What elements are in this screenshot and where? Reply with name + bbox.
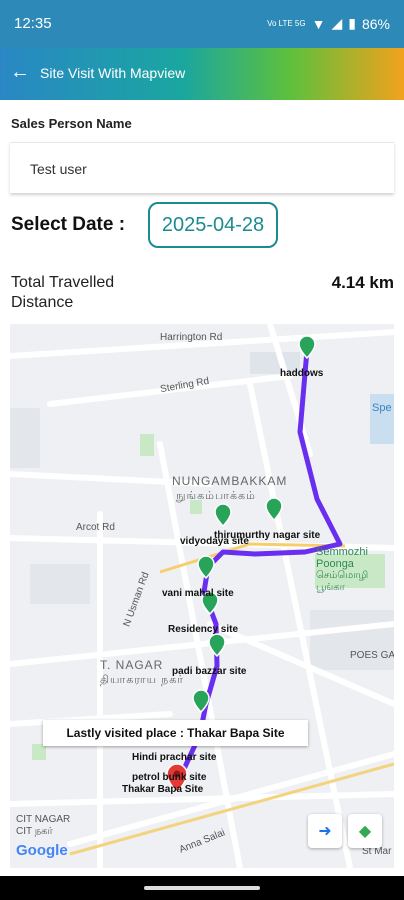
area-label: நுங்கம்பாக்கம்	[176, 490, 256, 502]
block-area	[10, 408, 40, 468]
salesperson-label: Sales Person Name	[11, 116, 132, 131]
site-label-thakar: Thakar Bapa Site	[122, 784, 204, 795]
site-label-padi: padi bazzar site	[172, 666, 247, 677]
site-label-hindi: Hindi prachar site	[132, 752, 217, 763]
landmark-label: செம்மொழி பூங்கா	[316, 570, 369, 593]
directions-icon: ➜	[318, 823, 332, 840]
wifi-icon: ▼	[311, 15, 326, 32]
area-label: CIT நகர்	[16, 826, 53, 837]
site-label-haddows: haddows	[280, 368, 324, 379]
date-picker-button[interactable]: 2025-04-28	[148, 202, 278, 248]
salesperson-field[interactable]: Test user	[10, 142, 394, 193]
status-time: 12:35	[14, 15, 52, 32]
home-gesture-handle[interactable]	[144, 886, 260, 890]
salesperson-value: Test user	[30, 161, 87, 177]
area-label: POES GARD	[350, 650, 394, 661]
block-area	[310, 610, 394, 670]
open-maps-button[interactable]: ◆	[348, 814, 382, 848]
battery-level: 86%	[361, 15, 390, 32]
google-logo: Google	[16, 842, 68, 859]
last-visited-callout: Lastly visited place : Thakar Bapa Site	[43, 720, 308, 746]
back-arrow-icon[interactable]: ←	[10, 61, 30, 84]
cell-signal-icon: ◢	[331, 15, 343, 31]
page-title: Site Visit With Mapview	[40, 65, 186, 81]
landmark-label: Semmozhi Poonga	[316, 546, 368, 570]
battery-icon: ▮	[348, 15, 356, 31]
site-label-residency: Residency site	[168, 624, 239, 635]
distance-label: Total Travelled Distance	[11, 274, 115, 311]
road-label: Harrington Rd	[160, 332, 223, 343]
area-label: NUNGAMBAKKAM	[172, 474, 288, 488]
area-label: CIT NAGAR	[16, 814, 71, 825]
area-label: T. NAGAR	[100, 658, 164, 672]
park-area	[32, 744, 46, 760]
landmark-label: Spe	[372, 402, 392, 414]
app-bar: ← Site Visit With Mapview	[0, 48, 404, 100]
site-label-thirumurthy: thirumurthy nagar site	[214, 530, 321, 541]
status-icons: Vo LTE 5G ▼ ◢ ▮ 86%	[267, 15, 390, 32]
select-date-label: Select Date :	[11, 214, 126, 235]
park-area	[140, 434, 154, 456]
map-view[interactable]: Harrington Rd Sterling Rd Arcot Rd N Usm…	[10, 324, 394, 868]
block-area	[30, 564, 90, 604]
road-label: Arcot Rd	[76, 522, 115, 533]
status-bar: 12:35 Vo LTE 5G ▼ ◢ ▮ 86%	[0, 0, 404, 48]
signal-indicator: Vo LTE 5G	[267, 19, 306, 28]
distance-value: 4.14 km	[331, 273, 394, 292]
directions-button[interactable]: ➜	[308, 814, 342, 848]
site-label-vani: vani mahal site	[162, 588, 234, 599]
google-maps-icon: ◆	[358, 823, 372, 840]
site-label-petrol: petrol bunk site	[132, 772, 207, 783]
